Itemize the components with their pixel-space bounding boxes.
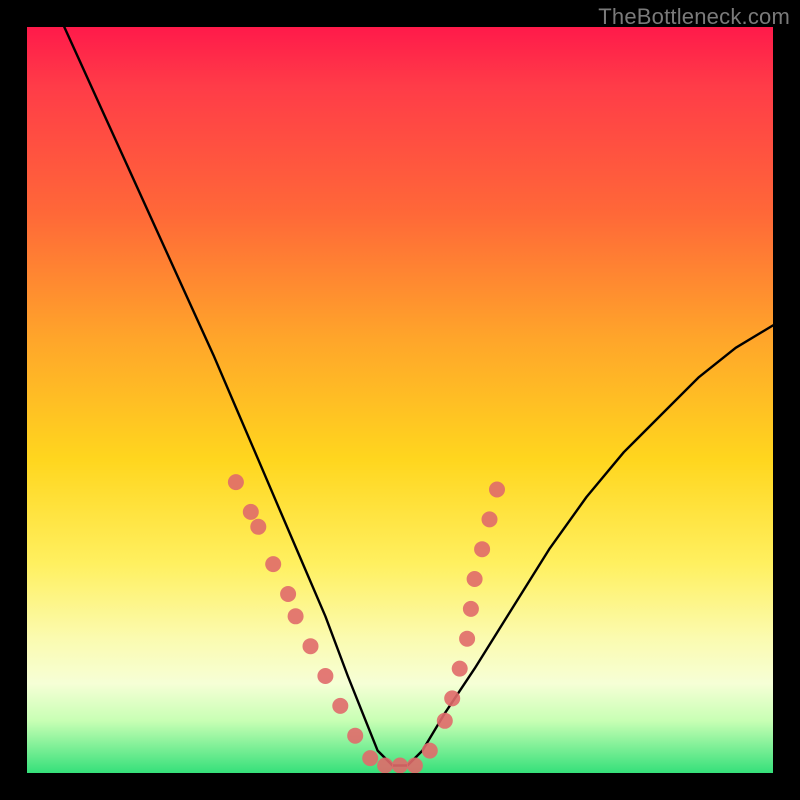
- data-marker: [265, 556, 281, 572]
- data-marker: [437, 713, 453, 729]
- data-marker: [317, 668, 333, 684]
- chart-svg: [27, 27, 773, 773]
- data-marker: [474, 541, 490, 557]
- data-marker: [243, 504, 259, 520]
- data-marker: [407, 758, 423, 774]
- plot-area: [27, 27, 773, 773]
- data-marker: [377, 758, 393, 774]
- data-marker: [332, 698, 348, 714]
- chart-frame: TheBottleneck.com: [0, 0, 800, 800]
- data-marker: [459, 631, 475, 647]
- data-marker: [422, 743, 438, 759]
- data-marker: [489, 482, 505, 498]
- data-marker: [444, 690, 460, 706]
- data-marker: [303, 638, 319, 654]
- data-marker: [250, 519, 266, 535]
- data-marker: [392, 758, 408, 774]
- marker-layer: [228, 474, 505, 773]
- data-marker: [347, 728, 363, 744]
- data-marker: [482, 511, 498, 527]
- data-marker: [467, 571, 483, 587]
- data-marker: [452, 661, 468, 677]
- data-marker: [280, 586, 296, 602]
- data-marker: [362, 750, 378, 766]
- curve-layer: [64, 27, 773, 766]
- bottleneck-curve: [64, 27, 773, 766]
- data-marker: [288, 608, 304, 624]
- data-marker: [228, 474, 244, 490]
- data-marker: [463, 601, 479, 617]
